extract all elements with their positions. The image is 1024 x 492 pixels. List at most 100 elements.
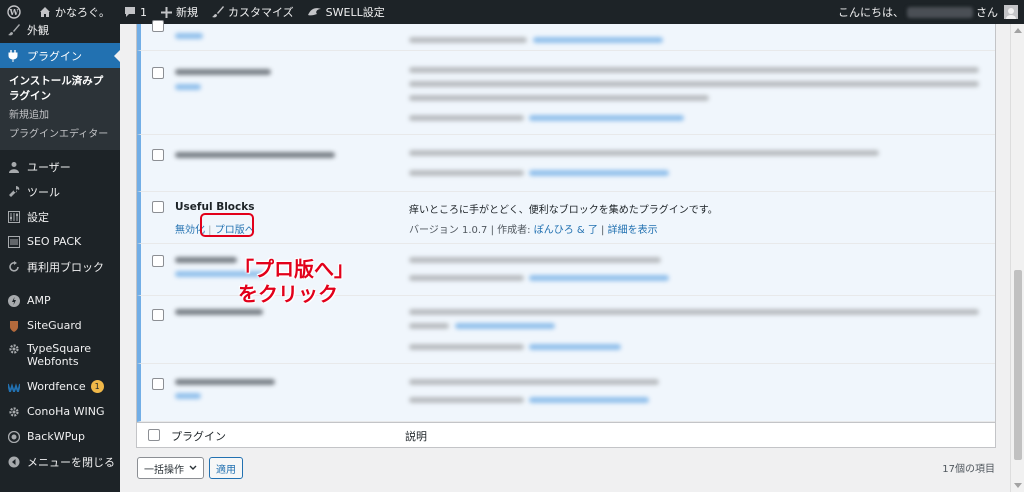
menu-conoha-wing[interactable]: ConoHa WING — [0, 399, 120, 424]
blurred-text — [409, 379, 659, 385]
blurred-text — [175, 33, 203, 39]
collapse-menu-button[interactable]: メニューを閉じる — [0, 449, 120, 474]
bulk-action-select[interactable]: 一括操作 — [137, 457, 204, 479]
row-checkbox[interactable] — [152, 378, 164, 390]
table-footer: プラグイン 説明 — [137, 422, 995, 447]
collapse-icon — [7, 455, 21, 469]
plugins-table: Useful Blocks 無効化 | プロ版へ 痒いところに手がとどく、便利な… — [136, 20, 996, 448]
author-link[interactable]: ぽんひろ & 了 — [534, 225, 598, 236]
wordpress-logo-button[interactable]: W — [0, 0, 32, 24]
menu-settings[interactable]: 設定 — [0, 204, 120, 229]
row-checkbox[interactable] — [152, 149, 164, 161]
blurred-text — [175, 379, 275, 385]
row-checkbox[interactable] — [152, 20, 164, 32]
swell-label: SWELL設定 — [325, 6, 385, 19]
select-all-checkbox[interactable] — [148, 429, 160, 441]
submenu-add-new[interactable]: 新規追加 — [0, 106, 120, 125]
menu-conoha-wing-label: ConoHa WING — [27, 405, 105, 418]
apply-button[interactable]: 適用 — [209, 457, 243, 479]
blurred-text — [175, 69, 271, 75]
menu-amp-label: AMP — [27, 294, 51, 307]
details-link[interactable]: 詳細を表示 — [608, 225, 658, 236]
blurred-text — [409, 150, 879, 156]
blurred-text — [175, 84, 201, 90]
menu-seo-pack-label: SEO PACK — [27, 235, 82, 248]
scrollbar-thumb[interactable] — [1014, 270, 1022, 460]
row-checkbox[interactable] — [152, 67, 164, 79]
plug-icon — [7, 49, 21, 63]
greeting-suffix: さん — [976, 6, 998, 19]
menu-appearance-label: 外観 — [27, 24, 49, 37]
blurred-text — [409, 344, 524, 350]
gear-icon — [7, 342, 21, 356]
useful-blocks-checkbox[interactable] — [152, 201, 164, 213]
blurred-text — [533, 37, 663, 43]
plugin-meta: バージョン 1.0.7 | 作成者: ぽんひろ & 了 | 詳細を表示 — [409, 221, 658, 236]
menu-tools[interactable]: ツール — [0, 179, 120, 204]
blurred-text — [409, 397, 524, 403]
table-row — [137, 364, 995, 422]
comments-link[interactable]: 1 — [117, 0, 154, 24]
plugins-submenu: インストール済みプラグイン 新規追加 プラグインエディター — [0, 68, 120, 150]
greeting: こんにちは、 — [838, 6, 904, 19]
column-plugin-label[interactable]: プラグイン — [171, 428, 226, 444]
meta-separator: | — [597, 225, 608, 236]
blurred-text — [409, 37, 527, 43]
bulk-action-label: 一括操作 — [144, 464, 184, 476]
gear-icon — [7, 405, 21, 419]
svg-text:W: W — [9, 7, 20, 17]
row-checkbox[interactable] — [152, 255, 164, 267]
menu-reusable-blocks-label: 再利用ブロック — [27, 260, 104, 274]
table-row — [137, 135, 995, 192]
menu-typesquare[interactable]: TypeSquare Webfonts — [0, 338, 120, 374]
menu-plugins-label: プラグイン — [27, 49, 82, 63]
submenu-installed-plugins[interactable]: インストール済みプラグイン — [0, 72, 120, 106]
menu-settings-label: 設定 — [27, 210, 49, 224]
blurred-text — [175, 152, 335, 158]
menu-wordfence-label: Wordfence — [27, 380, 86, 393]
swell-icon — [307, 8, 321, 16]
blurred-text — [409, 81, 979, 87]
blurred-text — [529, 275, 669, 281]
avatar[interactable] — [1004, 5, 1018, 19]
account-menu[interactable]: こんにちは、 さん — [831, 0, 1024, 24]
new-label: 新規 — [176, 6, 198, 19]
menu-tools-label: ツール — [27, 185, 60, 199]
menu-plugins[interactable]: プラグイン — [0, 43, 120, 68]
blurred-text — [529, 344, 621, 350]
paintbrush-icon — [212, 6, 224, 18]
submenu-plugin-editor[interactable]: プラグインエディター — [0, 125, 120, 144]
wordfence-icon — [7, 380, 21, 394]
menu-seo-pack[interactable]: SEO PACK — [0, 229, 120, 254]
menu-backwpup[interactable]: BackWPup — [0, 424, 120, 449]
swell-settings-link[interactable]: SWELL設定 — [301, 0, 392, 24]
refresh-icon — [7, 260, 21, 274]
customize-link[interactable]: カスタマイズ — [205, 0, 301, 24]
menu-reusable-blocks[interactable]: 再利用ブロック — [0, 254, 120, 279]
blurred-text — [455, 323, 555, 329]
blurred-text — [529, 170, 669, 176]
site-name: かなろぐ。 — [55, 6, 110, 19]
plugin-description: 痒いところに手がとどく、便利なブロックを集めたプラグインです。 — [409, 205, 718, 216]
blurred-text — [409, 257, 661, 263]
site-name-link[interactable]: かなろぐ。 — [32, 0, 117, 24]
menu-wordfence[interactable]: Wordfence 1 — [0, 374, 120, 399]
scroll-down-icon[interactable] — [1014, 483, 1022, 488]
home-icon — [40, 7, 50, 17]
useful-blocks-row: Useful Blocks 無効化 | プロ版へ 痒いところに手がとどく、便利な… — [137, 192, 995, 244]
comments-count: 1 — [140, 5, 147, 19]
menu-siteguard-label: SiteGuard — [27, 319, 82, 332]
menu-backwpup-label: BackWPup — [27, 430, 85, 443]
scroll-up-icon[interactable] — [1014, 28, 1022, 33]
menu-amp[interactable]: AMP — [0, 288, 120, 313]
admin-sidebar: 外観 プラグイン インストール済みプラグイン 新規追加 プラグインエディター ユ… — [0, 24, 120, 492]
menu-appearance[interactable]: 外観 — [0, 22, 120, 38]
row-checkbox[interactable] — [152, 309, 164, 321]
blurred-text — [409, 323, 449, 329]
menu-siteguard[interactable]: SiteGuard — [0, 313, 120, 338]
blurred-text — [409, 67, 979, 73]
scrollbar[interactable] — [1010, 24, 1024, 492]
menu-users[interactable]: ユーザー — [0, 154, 120, 179]
wrench-icon — [7, 185, 21, 199]
user-icon — [7, 160, 21, 174]
